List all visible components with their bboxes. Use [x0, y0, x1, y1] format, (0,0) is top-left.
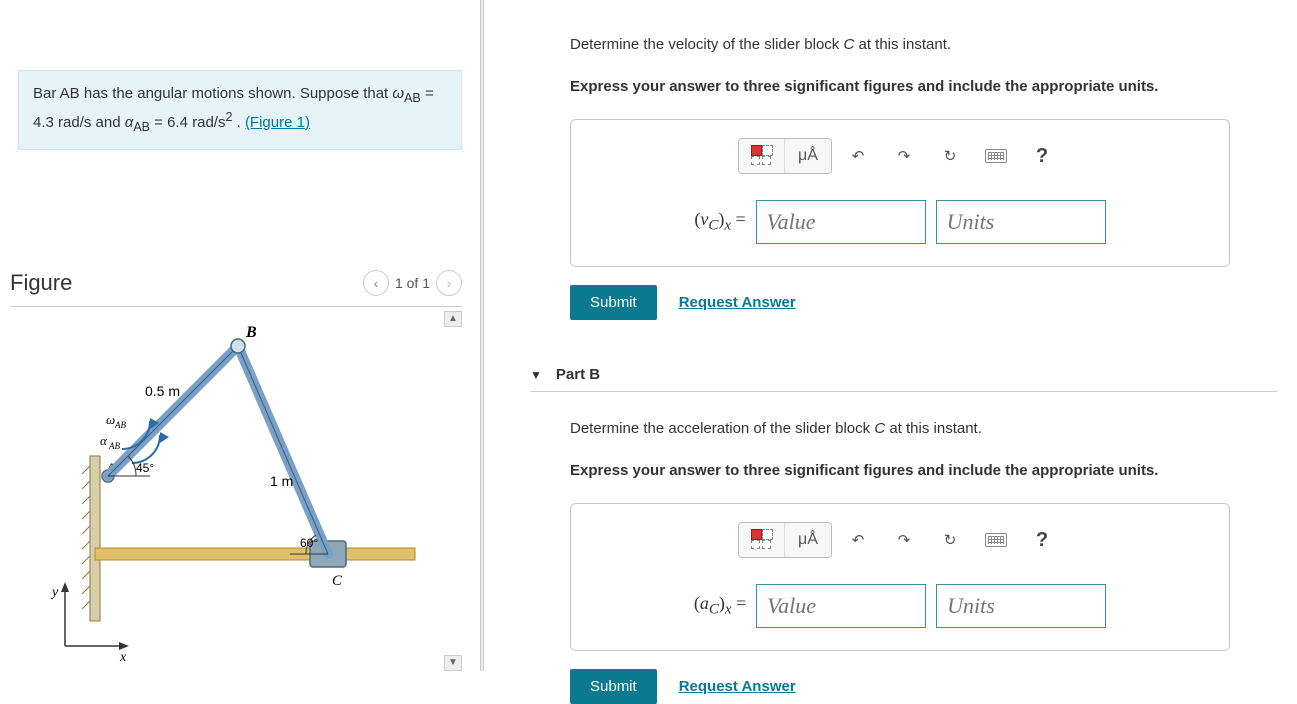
reset-button[interactable]: ↻	[930, 139, 970, 173]
omega-sub: AB	[404, 91, 421, 105]
units-tool-button-b[interactable]: μÅ	[785, 523, 831, 557]
part-a-variable: (vC)x =	[694, 209, 745, 235]
figure-separator	[10, 306, 462, 307]
label-omega: ω	[106, 412, 115, 427]
part-a-submit-row: Submit Request Answer	[570, 285, 1297, 320]
part-b-request-answer-link[interactable]: Request Answer	[679, 678, 796, 695]
part-a-prompt-l1: Determine the velocity of the slider blo…	[570, 36, 951, 53]
part-b-prompt-l2: Express your answer to three significant…	[570, 462, 1158, 479]
label-angle-a: 45°	[136, 461, 154, 475]
templates-icon	[751, 145, 773, 167]
figure-scroll-up[interactable]: ▲	[444, 311, 462, 327]
axis-x-label: x	[119, 650, 127, 661]
label-len-ab: 0.5 m	[145, 383, 180, 399]
part-b-separator	[530, 391, 1277, 392]
templates-button[interactable]	[739, 139, 785, 173]
period: .	[237, 114, 245, 131]
label-angle-c: 60°	[300, 536, 318, 550]
figure-title: Figure	[10, 270, 72, 296]
alpha-sub: AB	[133, 120, 150, 134]
part-a-prompt-l2: Express your answer to three significant…	[570, 78, 1158, 95]
keyboard-icon	[985, 149, 1007, 163]
axis-y-label: y	[50, 585, 59, 600]
omega-symbol: ω	[392, 85, 404, 102]
part-b-input-row: (aC)x =	[589, 584, 1211, 628]
figure-prev-button[interactable]: ‹	[363, 270, 389, 296]
figure-area: ▲ ▼ y x	[10, 311, 462, 671]
part-b-title: Part B	[556, 366, 600, 383]
part-a-value-input[interactable]	[756, 200, 926, 244]
figure-nav: ‹ 1 of 1 ›	[363, 270, 462, 296]
keyboard-icon	[985, 533, 1007, 547]
undo-button[interactable]: ↶	[838, 139, 878, 173]
keyboard-button[interactable]	[976, 139, 1016, 173]
part-a-prompt: Determine the velocity of the slider blo…	[570, 34, 1297, 97]
help-button[interactable]: ?	[1022, 139, 1062, 173]
part-b-prompt: Determine the acceleration of the slider…	[570, 418, 1297, 481]
part-b-submit-button[interactable]: Submit	[570, 669, 657, 704]
part-b-prompt-l1: Determine the acceleration of the slider…	[570, 420, 982, 437]
help-button-b[interactable]: ?	[1022, 523, 1062, 557]
figure-counter: 1 of 1	[395, 275, 430, 291]
reset-button-b[interactable]: ↻	[930, 523, 970, 557]
part-a-input-row: (vC)x =	[589, 200, 1211, 244]
redo-button-b[interactable]: ↷	[884, 523, 924, 557]
keyboard-button-b[interactable]	[976, 523, 1016, 557]
label-alpha: α	[100, 433, 108, 448]
label-c: C	[332, 573, 343, 589]
and-text: and	[96, 114, 125, 131]
part-b-toolbar: μÅ ↶ ↷ ↻ ?	[589, 522, 1211, 558]
part-a-toolbar: μÅ ↶ ↷ ↻ ?	[589, 138, 1211, 174]
part-b-variable: (aC)x =	[694, 593, 746, 619]
figure-diagram: y x C A	[10, 311, 450, 661]
figure-link[interactable]: (Figure 1)	[245, 114, 310, 131]
figure-next-button[interactable]: ›	[436, 270, 462, 296]
part-b-header[interactable]: ▼ Part B	[530, 366, 1297, 383]
units-tool-button[interactable]: μÅ	[785, 139, 831, 173]
templates-button-b[interactable]	[739, 523, 785, 557]
label-omega-sub: AB	[114, 420, 126, 430]
left-panel: Bar AB has the angular motions shown. Su…	[0, 0, 480, 671]
toolbar-left-group: μÅ	[738, 138, 832, 174]
part-a-submit-button[interactable]: Submit	[570, 285, 657, 320]
problem-statement: Bar AB has the angular motions shown. Su…	[18, 70, 462, 150]
right-panel: Determine the velocity of the slider blo…	[490, 0, 1297, 671]
part-b-value-input[interactable]	[756, 584, 926, 628]
alpha-value: = 6.4 rad/s	[150, 114, 225, 131]
templates-icon	[751, 529, 773, 551]
figure-scroll-down[interactable]: ▼	[444, 655, 462, 671]
part-a-request-answer-link[interactable]: Request Answer	[679, 294, 796, 311]
part-a-answer-box: μÅ ↶ ↷ ↻ ? (vC)x =	[570, 119, 1230, 267]
panel-divider[interactable]	[480, 0, 484, 671]
redo-button[interactable]: ↷	[884, 139, 924, 173]
label-len-bc: 1 m	[270, 473, 293, 489]
label-alpha-sub: AB	[108, 441, 120, 451]
figure-header: Figure ‹ 1 of 1 ›	[10, 270, 462, 296]
problem-text-1: Bar AB has the angular motions shown. Su…	[33, 85, 392, 102]
undo-button-b[interactable]: ↶	[838, 523, 878, 557]
label-b: B	[245, 324, 257, 341]
toolbar-left-group-b: μÅ	[738, 522, 832, 558]
part-a-units-input[interactable]	[936, 200, 1106, 244]
collapse-icon: ▼	[530, 368, 542, 382]
part-b-units-input[interactable]	[936, 584, 1106, 628]
part-b-submit-row: Submit Request Answer	[570, 669, 1297, 704]
part-b-answer-box: μÅ ↶ ↷ ↻ ? (aC)x =	[570, 503, 1230, 651]
alpha-exp: 2	[225, 110, 232, 124]
